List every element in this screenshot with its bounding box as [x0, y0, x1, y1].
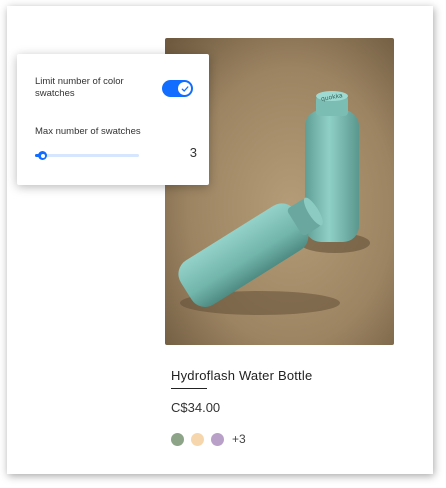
limit-swatches-label: Limit number of color swatches — [35, 76, 124, 99]
screenshot-canvas: quokka Hydroflash Water Bottle C$34.00 +… — [0, 0, 446, 488]
max-swatches-slider[interactable] — [35, 151, 139, 160]
limit-swatches-toggle[interactable] — [162, 80, 193, 97]
swatch-settings-panel: Limit number of color swatches Max numbe… — [17, 54, 209, 185]
toggle-knob — [178, 82, 191, 95]
checkmark-icon — [181, 85, 188, 92]
slider-thumb[interactable] — [38, 151, 47, 160]
max-swatches-label: Max number of swatches — [35, 126, 141, 137]
color-swatches: +3 — [171, 432, 246, 446]
title-underline — [171, 388, 207, 389]
product-title[interactable]: Hydroflash Water Bottle — [171, 368, 312, 383]
more-swatches-count[interactable]: +3 — [232, 432, 246, 446]
max-swatches-value: 3 — [189, 145, 197, 160]
swatch-lavender[interactable] — [211, 432, 224, 446]
swatch-sage[interactable] — [171, 432, 184, 446]
swatch-peach[interactable] — [191, 432, 204, 446]
product-price: C$34.00 — [171, 400, 221, 415]
